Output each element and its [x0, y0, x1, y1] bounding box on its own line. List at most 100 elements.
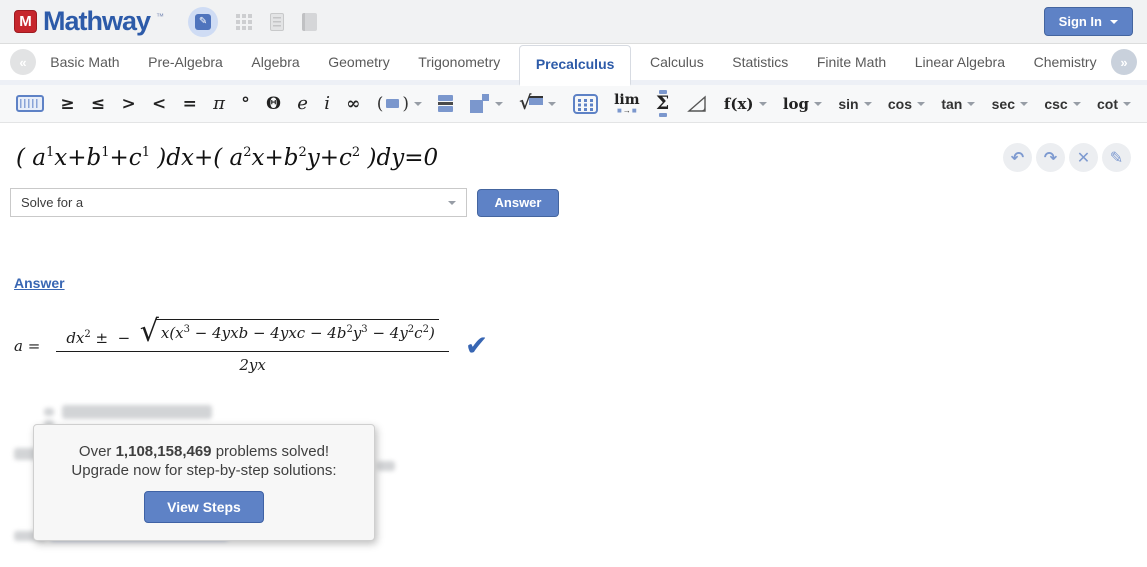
sec-button[interactable]: sec	[992, 96, 1028, 112]
fx-button[interactable]: f(x)	[724, 95, 767, 113]
fraction-icon	[438, 95, 453, 112]
cos-button[interactable]: cos	[888, 96, 925, 112]
lt-button[interactable]: <	[152, 94, 166, 114]
blurred-text	[62, 405, 212, 419]
tab-calculus[interactable]: Calculus	[640, 45, 714, 79]
subject-tabs: Basic Math Pre-Algebra Algebra Geometry …	[36, 45, 1111, 79]
redo-icon: ↷	[1044, 148, 1057, 167]
sin-button[interactable]: sin	[838, 96, 871, 112]
tab-geometry[interactable]: Geometry	[318, 45, 399, 79]
matrix-icon	[573, 94, 598, 114]
degree-button[interactable]: °	[241, 94, 250, 114]
logo-text: Mathway	[43, 6, 150, 37]
expression-actions: ↶ ↷ ✕ ✎	[1003, 143, 1131, 172]
log-button[interactable]: log	[783, 95, 822, 113]
undo-icon: ↶	[1011, 148, 1024, 167]
sign-in-button[interactable]: Sign In	[1044, 7, 1133, 36]
e-button[interactable]: e	[297, 93, 308, 114]
dropdown-value: Solve for a	[21, 195, 83, 210]
tab-trigonometry[interactable]: Trigonometry	[408, 45, 510, 79]
gt-button[interactable]: >	[121, 94, 135, 114]
pi-button[interactable]: π	[213, 93, 225, 114]
editor-icon[interactable]: ✎	[188, 7, 218, 37]
cot-button[interactable]: cot	[1097, 96, 1131, 112]
pencil-icon: ✎	[1110, 148, 1123, 167]
exponent-button[interactable]	[470, 94, 503, 114]
solve-row: Solve for a Answer	[10, 188, 1147, 217]
keyboard-button[interactable]	[16, 95, 44, 112]
header-bar: M Mathway ™ ✎ Sign In	[0, 0, 1147, 44]
matrix-button[interactable]	[573, 94, 598, 114]
close-icon: ✕	[1077, 148, 1090, 167]
logo-trademark: ™	[156, 12, 164, 21]
fraction: dx2 ± − √ x(x3 − 4yxb − 4yxc − 4b2y3 − 4…	[56, 317, 449, 374]
tab-linear-algebra[interactable]: Linear Algebra	[905, 45, 1015, 79]
gte-button[interactable]: ≥	[60, 94, 74, 114]
problem-expression[interactable]: ( a1x+b1+c1 )dx+( a2x+b2y+c2 )dy=0	[16, 145, 438, 171]
logo-m-icon: M	[14, 10, 37, 33]
tab-pre-algebra[interactable]: Pre-Algebra	[138, 45, 233, 79]
answer-formula: a = dx2 ± − √ x(x3 − 4yxb − 4yxc − 4b2y3…	[14, 317, 1147, 374]
graph-icon[interactable]	[236, 14, 252, 30]
answer-heading-link[interactable]: Answer	[14, 275, 65, 291]
chevron-down-icon	[414, 102, 422, 106]
edit-button[interactable]: ✎	[1102, 143, 1131, 172]
tab-basic-math[interactable]: Basic Math	[40, 45, 129, 79]
limit-button[interactable]: lim ■→■	[614, 93, 639, 115]
chevron-down-icon	[1123, 102, 1131, 106]
theta-button[interactable]: Θ	[266, 94, 281, 114]
infinity-button[interactable]: ∞	[346, 94, 360, 114]
mathway-logo[interactable]: M Mathway ™	[14, 6, 164, 37]
subject-tabbar: « Basic Math Pre-Algebra Algebra Geometr…	[0, 44, 1147, 85]
chevron-down-icon	[548, 102, 556, 106]
tab-finite-math[interactable]: Finite Math	[807, 45, 896, 79]
examples-icon[interactable]	[270, 13, 284, 31]
problem-row: ( a1x+b1+c1 )dx+( a2x+b2y+c2 )dy=0 ↶ ↷ ✕…	[0, 143, 1147, 172]
parentheses-button[interactable]: ()	[377, 94, 422, 114]
redo-button[interactable]: ↷	[1036, 143, 1065, 172]
i-button[interactable]: i	[324, 93, 330, 114]
chevron-down-icon	[759, 102, 767, 106]
pencil-icon: ✎	[195, 14, 211, 30]
keyboard-icon	[16, 95, 44, 112]
header-icons: ✎	[188, 7, 317, 37]
blurred-text	[44, 408, 54, 416]
problems-count: 1,108,158,469	[116, 443, 212, 460]
radicand: x(x3 − 4yxb − 4yxc − 4b2y3 − 4y2c2)	[156, 319, 439, 342]
upgrade-popup: Over 1,108,158,469 problems solved! Upgr…	[33, 424, 375, 541]
chevron-down-icon	[1020, 102, 1028, 106]
numerator: dx2 ± − √ x(x3 − 4yxb − 4yxc − 4b2y3 − 4…	[56, 317, 449, 352]
fraction-button[interactable]	[438, 95, 453, 112]
chevron-down-icon	[967, 102, 975, 106]
chevron-down-icon	[448, 201, 456, 205]
chevron-down-icon	[1073, 102, 1081, 106]
clear-button[interactable]: ✕	[1069, 143, 1098, 172]
undo-button[interactable]: ↶	[1003, 143, 1032, 172]
summation-button[interactable]: Σ	[656, 90, 669, 117]
csc-button[interactable]: csc	[1044, 96, 1080, 112]
view-steps-button[interactable]: View Steps	[144, 491, 264, 523]
tab-algebra[interactable]: Algebra	[241, 45, 309, 79]
sqrt-icon: √	[519, 94, 544, 113]
sqrt-button[interactable]: √	[519, 94, 557, 113]
parentheses-icon: (	[377, 94, 384, 114]
tabs-scroll-right-button[interactable]: »	[1111, 49, 1137, 75]
glossary-icon[interactable]	[302, 13, 317, 31]
mathway-app: M Mathway ™ ✎ Sign In « Basic Math Pre-A…	[0, 0, 1147, 567]
formula-lhs: a =	[14, 337, 40, 355]
tab-statistics[interactable]: Statistics	[722, 45, 798, 79]
chevron-down-icon	[917, 102, 925, 106]
tan-button[interactable]: tan	[941, 96, 975, 112]
answer-submit-button[interactable]: Answer	[477, 189, 559, 217]
tab-precalculus[interactable]: Precalculus	[519, 45, 632, 86]
equals-button[interactable]: =	[183, 94, 197, 114]
solve-for-dropdown[interactable]: Solve for a	[10, 188, 467, 217]
sign-in-label: Sign In	[1059, 14, 1102, 29]
chevron-down-icon	[814, 102, 822, 106]
tabs-scroll-left-button[interactable]: «	[10, 49, 36, 75]
lte-button[interactable]: ≤	[91, 94, 105, 114]
tab-chemistry[interactable]: Chemistry	[1024, 45, 1107, 79]
exponent-icon	[470, 94, 490, 114]
chevron-down-icon	[495, 102, 503, 106]
triangle-button[interactable]	[686, 94, 708, 114]
